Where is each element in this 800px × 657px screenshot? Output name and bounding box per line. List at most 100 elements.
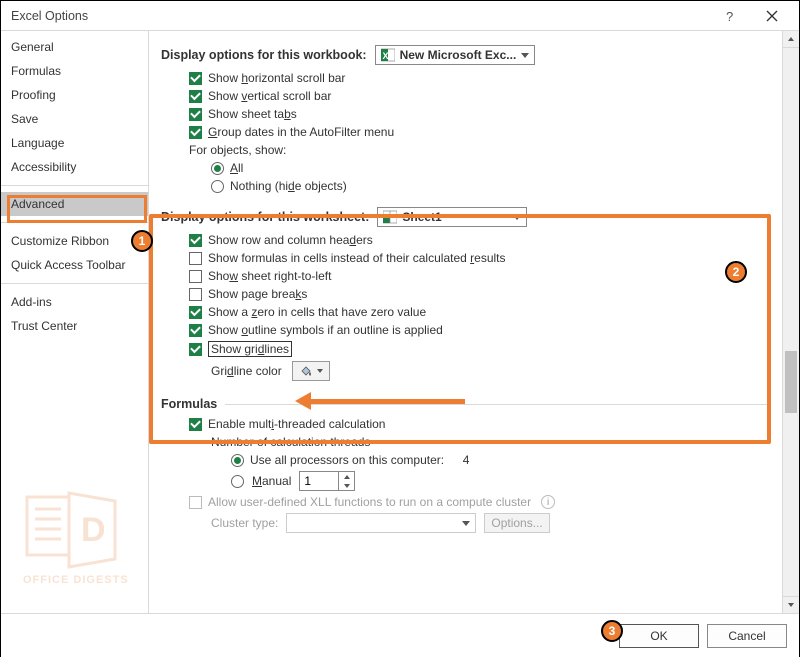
gridline-color-button[interactable]: [292, 361, 330, 381]
sidebar-item-addins[interactable]: Add-ins: [1, 290, 148, 314]
help-button[interactable]: ?: [709, 1, 751, 31]
workbook-combo-value: New Microsoft Exc...: [400, 48, 517, 62]
group-divider: [225, 404, 771, 405]
sidebar-item-save[interactable]: Save: [1, 107, 148, 131]
group-divider: [535, 217, 771, 218]
checkbox-icon: [189, 72, 202, 85]
checkbox-icon: [189, 496, 202, 509]
radio-all[interactable]: All: [161, 159, 771, 177]
worksheet-combo[interactable]: Sheet1: [377, 207, 527, 227]
sidebar-separator: [1, 185, 148, 186]
sidebar-item-label: Trust Center: [11, 319, 77, 333]
content-pane: Display options for this workbook: X New…: [149, 31, 799, 613]
annotation-badge-1: 1: [131, 230, 153, 252]
for-objects-label: For objects, show:: [161, 141, 771, 159]
svg-text:X: X: [382, 51, 388, 61]
checkbox-icon: [189, 343, 202, 356]
info-icon[interactable]: i: [541, 495, 555, 509]
spinner-buttons[interactable]: [338, 472, 354, 490]
opt-multi-thread[interactable]: Enable multi-threaded calculation: [161, 415, 771, 433]
sidebar-item-general[interactable]: General: [1, 35, 148, 59]
radio-nothing[interactable]: Nothing (hide objects): [161, 177, 771, 195]
cluster-row: Cluster type: Options...: [161, 511, 771, 535]
vertical-scrollbar[interactable]: [782, 31, 799, 613]
checkbox-icon: [189, 418, 202, 431]
checkbox-icon: [189, 252, 202, 265]
sidebar-item-label: Add-ins: [11, 295, 52, 309]
workbook-combo[interactable]: X New Microsoft Exc...: [375, 45, 536, 65]
titlebar: Excel Options ?: [1, 1, 799, 31]
sidebar-item-advanced[interactable]: Advanced: [1, 192, 148, 216]
annotation-badge-3: 3: [601, 620, 623, 642]
scroll-down-button[interactable]: [783, 596, 799, 613]
opt-rtl[interactable]: Show sheet right-to-left: [161, 267, 771, 285]
sidebar-item-label: General: [11, 40, 54, 54]
sidebar-separator: [1, 222, 148, 223]
opt-row-col-headers[interactable]: Show row and column headers: [161, 231, 771, 249]
radio-icon: [211, 180, 224, 193]
opt-show-formulas[interactable]: Show formulas in cells instead of their …: [161, 249, 771, 267]
sidebar-item-label: Accessibility: [11, 160, 76, 174]
radio-icon: [231, 475, 244, 488]
window-title: Excel Options: [11, 9, 709, 23]
paint-bucket-icon: [299, 364, 313, 378]
cluster-options-button: Options...: [484, 513, 549, 533]
worksheet-combo-value: Sheet1: [402, 210, 441, 224]
scroll-thumb[interactable]: [785, 351, 797, 413]
checkbox-icon: [189, 108, 202, 121]
manual-spinner[interactable]: [299, 471, 355, 491]
checkbox-icon: [189, 270, 202, 283]
ok-button[interactable]: OK: [619, 624, 699, 648]
checkbox-icon: [189, 90, 202, 103]
sidebar-item-label: Quick Access Toolbar: [11, 258, 126, 272]
radio-use-all[interactable]: Use all processors on this computer: 4: [161, 451, 771, 469]
sidebar-item-trust-center[interactable]: Trust Center: [1, 314, 148, 338]
checkbox-icon: [189, 126, 202, 139]
sidebar-item-label: Save: [11, 112, 38, 126]
checkbox-icon: [189, 324, 202, 337]
scroll-up-button[interactable]: [783, 31, 799, 48]
sidebar-item-customize-ribbon[interactable]: Customize Ribbon: [1, 229, 148, 253]
checkbox-icon: [189, 288, 202, 301]
section-heading-worksheet: Display options for this worksheet: Shee…: [161, 207, 771, 227]
opt-vscroll[interactable]: Show vertical scroll bar: [161, 87, 771, 105]
sidebar-item-proofing[interactable]: Proofing: [1, 83, 148, 107]
sidebar-item-label: Language: [11, 136, 64, 150]
gridline-color-row: Gridline color: [161, 359, 771, 383]
checkbox-icon: [189, 306, 202, 319]
sidebar-separator: [1, 283, 148, 284]
opt-hscroll[interactable]: Show horizontal scroll bar: [161, 69, 771, 87]
svg-text:?: ?: [726, 10, 733, 22]
opt-group-dates[interactable]: Group dates in the AutoFilter menu: [161, 123, 771, 141]
sidebar-item-language[interactable]: Language: [1, 131, 148, 155]
sidebar-item-label: Proofing: [11, 88, 56, 102]
sidebar: General Formulas Proofing Save Language …: [1, 31, 149, 613]
radio-icon: [211, 162, 224, 175]
manual-spinner-input[interactable]: [300, 474, 338, 488]
radio-icon: [231, 454, 244, 467]
sheet-icon: [382, 209, 398, 225]
close-button[interactable]: [751, 1, 793, 31]
opt-outline[interactable]: Show outline symbols if an outline is ap…: [161, 321, 771, 339]
opt-page-breaks[interactable]: Show page breaks: [161, 285, 771, 303]
dialog-footer: OK Cancel: [1, 613, 799, 657]
cancel-button[interactable]: Cancel: [707, 624, 787, 648]
cluster-type-combo: [286, 513, 476, 533]
sidebar-item-label: Advanced: [11, 197, 64, 211]
radio-manual[interactable]: Manual: [161, 469, 771, 493]
opt-xll: Allow user-defined XLL functions to run …: [161, 493, 771, 511]
sidebar-item-qat[interactable]: Quick Access Toolbar: [1, 253, 148, 277]
sidebar-item-accessibility[interactable]: Accessibility: [1, 155, 148, 179]
section-heading-workbook: Display options for this workbook: X New…: [161, 45, 771, 65]
checkbox-icon: [189, 234, 202, 247]
opt-gridlines[interactable]: Show gridlines: [161, 339, 771, 359]
excel-file-icon: X: [380, 47, 396, 63]
opt-zero[interactable]: Show a zero in cells that have zero valu…: [161, 303, 771, 321]
sidebar-item-formulas[interactable]: Formulas: [1, 59, 148, 83]
num-threads-label: Number of calculation threads: [161, 433, 771, 451]
annotation-badge-2: 2: [725, 261, 747, 283]
sidebar-item-label: Formulas: [11, 64, 61, 78]
section-heading-formulas: Formulas: [161, 397, 771, 411]
opt-tabs[interactable]: Show sheet tabs: [161, 105, 771, 123]
sidebar-item-label: Customize Ribbon: [11, 234, 109, 248]
